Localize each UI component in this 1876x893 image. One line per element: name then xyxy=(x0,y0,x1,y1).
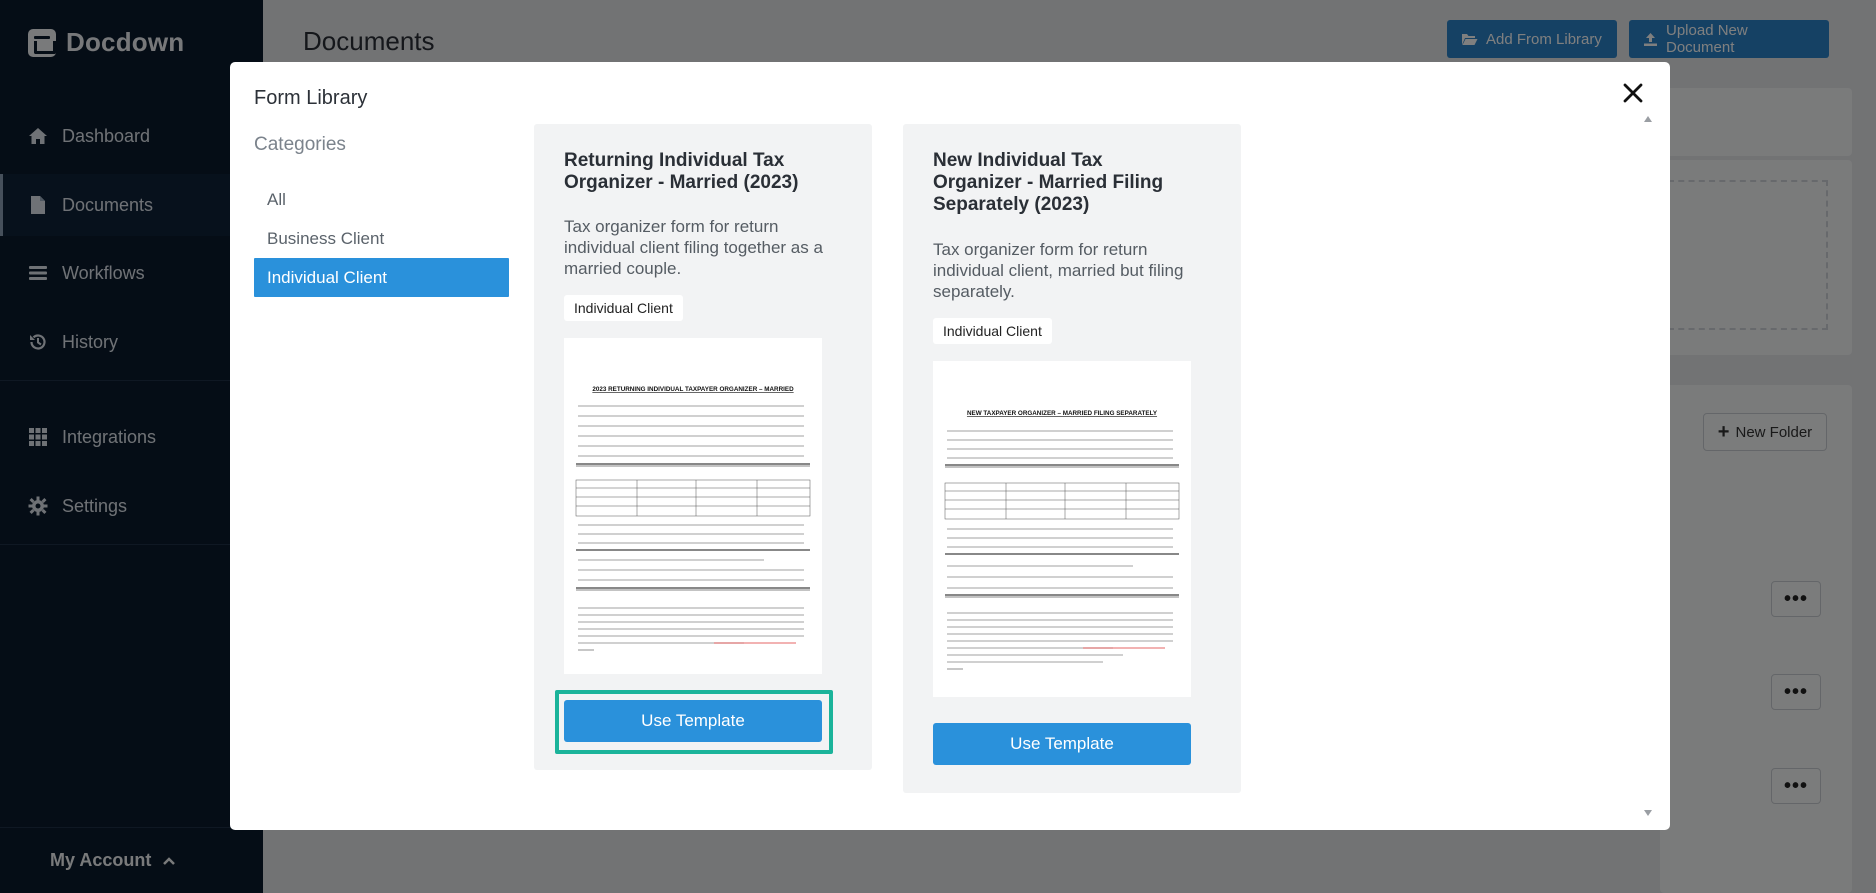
template-title: Returning Individual Tax Organizer - Mar… xyxy=(564,150,799,193)
category-label: Business Client xyxy=(267,228,385,248)
preview-heading: NEW TAXPAYER ORGANIZER – MARRIED FILING … xyxy=(967,410,1158,417)
scroll-down-icon[interactable] xyxy=(1644,810,1652,816)
template-description: Tax organizer form for return individual… xyxy=(564,217,823,278)
category-business-client[interactable]: Business Client xyxy=(254,219,509,258)
category-label: Individual Client xyxy=(267,267,388,287)
template-title: New Individual Tax Organizer - Married F… xyxy=(933,150,1164,215)
categories-title: Categories xyxy=(254,134,346,155)
use-template-button[interactable]: Use Template xyxy=(933,723,1191,765)
category-label: All xyxy=(267,189,286,209)
template-description: Tax organizer form for return individual… xyxy=(933,240,1184,301)
category-individual-client[interactable]: Individual Client xyxy=(254,258,509,297)
template-preview-image[interactable]: 2023 RETURNING INDIVIDUAL TAXPAYER ORGAN… xyxy=(564,338,822,674)
highlight-box xyxy=(555,690,833,754)
scroll-up-icon[interactable] xyxy=(1644,116,1652,122)
form-preview-graphic: NEW TAXPAYER ORGANIZER – MARRIED FILING … xyxy=(944,410,1180,670)
use-template-label: Use Template xyxy=(1010,734,1114,753)
modal-scrollbar[interactable] xyxy=(1642,116,1654,816)
preview-heading: 2023 RETURNING INDIVIDUAL TAXPAYER ORGAN… xyxy=(592,386,794,393)
category-tag: Individual Client xyxy=(564,295,683,321)
category-tag: Individual Client xyxy=(933,318,1052,344)
close-button[interactable] xyxy=(1618,78,1648,108)
template-card: Returning Individual Tax Organizer - Mar… xyxy=(534,124,872,770)
template-preview-image[interactable]: NEW TAXPAYER ORGANIZER – MARRIED FILING … xyxy=(933,361,1191,697)
template-card: New Individual Tax Organizer - Married F… xyxy=(903,124,1241,793)
category-all[interactable]: All xyxy=(254,180,509,219)
form-preview-graphic: 2023 RETURNING INDIVIDUAL TAXPAYER ORGAN… xyxy=(575,386,811,651)
close-icon xyxy=(1623,83,1643,103)
modal-title: Form Library xyxy=(254,87,368,109)
form-library-modal: Form Library Categories All Business Cli… xyxy=(230,62,1670,830)
